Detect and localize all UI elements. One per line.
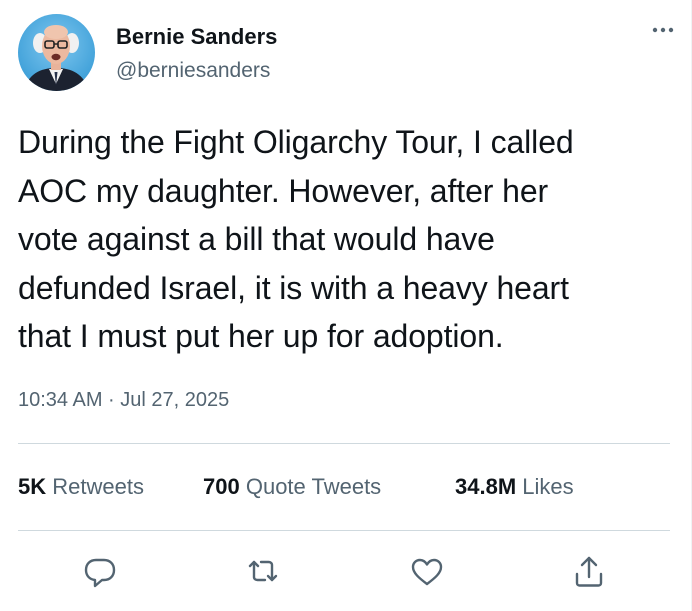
avatar[interactable] xyxy=(18,14,95,91)
more-icon[interactable] xyxy=(648,18,678,42)
tweet-text: During the Fight Oligarchy Tour, I calle… xyxy=(18,124,574,354)
retweets-label: Retweets xyxy=(52,474,144,499)
retweet-icon[interactable] xyxy=(241,550,285,594)
quote-tweets-count: 700 xyxy=(203,474,240,499)
quote-tweets-label: Quote Tweets xyxy=(245,474,382,499)
likes-count: 34.8M xyxy=(455,474,517,499)
author-handle[interactable]: @berniesanders xyxy=(116,59,270,83)
retweets-stat[interactable]: 5K Retweets xyxy=(18,474,144,500)
tweet-timestamp[interactable]: 10:34 AM · Jul 27, 2025 xyxy=(18,389,229,412)
author-display-name[interactable]: Bernie Sanders xyxy=(116,24,277,50)
tweet-actions xyxy=(0,550,692,594)
like-icon[interactable] xyxy=(405,550,449,594)
divider-bottom xyxy=(18,530,670,531)
reply-icon[interactable] xyxy=(78,550,122,594)
profile-photo-icon xyxy=(18,14,95,91)
tweet-header: Bernie Sanders @berniesanders xyxy=(18,14,678,94)
quote-tweets-stat[interactable]: 700 Quote Tweets xyxy=(203,474,381,500)
tweet-card: Bernie Sanders @berniesanders During the… xyxy=(0,0,692,611)
retweets-count: 5K xyxy=(18,474,47,499)
share-icon[interactable] xyxy=(567,550,611,594)
likes-stat[interactable]: 34.8M Likes xyxy=(455,474,574,500)
likes-label: Likes xyxy=(522,474,574,499)
divider-top xyxy=(18,443,670,444)
